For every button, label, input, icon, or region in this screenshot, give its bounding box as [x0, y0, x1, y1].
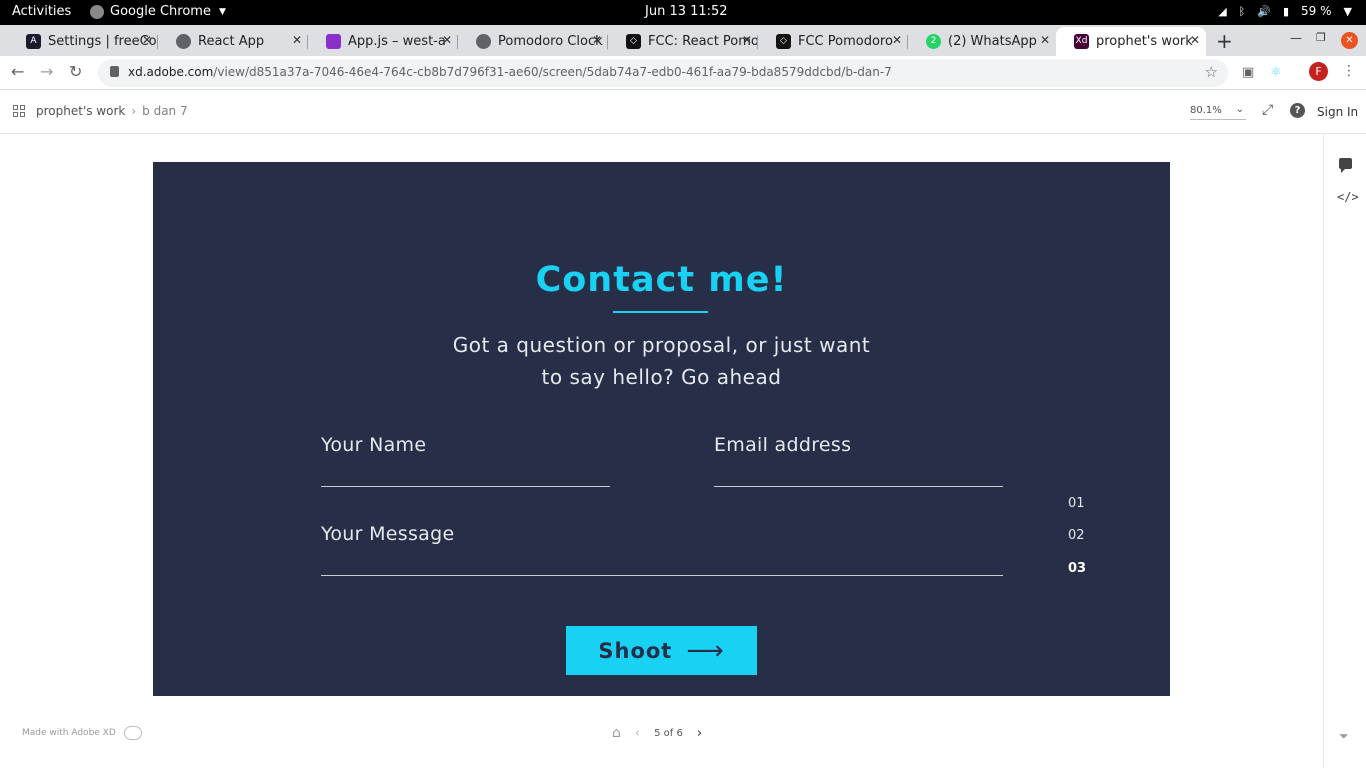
forward-arrow-icon[interactable]: →: [40, 62, 53, 81]
breadcrumb-screen: b dan 7: [142, 104, 188, 118]
grid-view-icon[interactable]: [13, 105, 25, 117]
close-tab-icon[interactable]: ✕: [742, 33, 752, 47]
zoom-select[interactable]: 80.1% ⌄: [1190, 104, 1246, 120]
email-field-label[interactable]: Email address: [714, 434, 851, 456]
chevron-down-icon: ⌄: [1235, 104, 1244, 115]
email-field-underline: [714, 486, 1003, 487]
creative-cloud-icon: [123, 726, 142, 740]
system-tray[interactable]: ◢ ᛒ 🔊 ▮ 59 % ▼: [1218, 4, 1352, 18]
code-icon[interactable]: </>: [1337, 190, 1359, 204]
message-field-underline: [321, 575, 1003, 576]
close-tab-icon[interactable]: ✕: [1040, 33, 1050, 47]
whatsapp-icon: 2: [926, 34, 941, 49]
system-top-bar: Activities Google Chrome ▼ Jun 13 11:52 …: [0, 0, 1366, 25]
angular-icon: A: [26, 34, 41, 49]
app-menu[interactable]: Google Chrome ▼: [90, 4, 226, 19]
extension-icon[interactable]: ▣: [1242, 65, 1254, 80]
fullscreen-expand-icon[interactable]: ⤢: [1262, 102, 1273, 118]
close-tab-icon[interactable]: ✕: [292, 33, 302, 47]
more-menu-icon[interactable]: ⋮: [1342, 63, 1356, 79]
tab-prophets-work[interactable]: Xd prophet's work ✕: [1056, 27, 1206, 56]
pager-item-02[interactable]: 02: [1068, 528, 1085, 543]
close-tab-icon[interactable]: ✕: [592, 33, 602, 47]
contact-title: Contact me!: [535, 260, 788, 300]
tab-whatsapp[interactable]: 2 (2) WhatsApp ✕: [908, 27, 1056, 56]
browser-toolbar: ← → ↻ xd.adobe.com/view/d851a37a-7046-46…: [0, 56, 1366, 90]
battery-percent: 59 %: [1301, 4, 1332, 18]
bookmark-star-icon[interactable]: ☆: [1205, 63, 1218, 81]
profile-avatar[interactable]: F: [1309, 62, 1328, 81]
adobe-xd-icon: Xd: [1074, 34, 1089, 49]
screen-navigation: ⌂ ‹ 5 of 6 ›: [612, 725, 702, 741]
tab-pomodoro-clock[interactable]: Pomodoro Clock ✕: [458, 27, 608, 56]
tab-appjs[interactable]: App.js – west-a ✕: [308, 27, 458, 56]
name-field-label[interactable]: Your Name: [321, 434, 426, 456]
network-icon: ◢: [1218, 4, 1227, 18]
codepen-icon: ◇: [776, 34, 791, 49]
chrome-icon: [90, 4, 104, 19]
back-arrow-icon[interactable]: ←: [11, 62, 24, 81]
minimize-icon[interactable]: —: [1290, 31, 1302, 45]
shoot-button[interactable]: Shoot ⟶: [566, 626, 757, 675]
activities-button[interactable]: Activities: [12, 4, 71, 19]
close-tab-icon[interactable]: ✕: [142, 33, 152, 47]
window-close-icon[interactable]: ✕: [1341, 32, 1358, 49]
react-devtools-icon[interactable]: ⚛: [1270, 65, 1282, 80]
tab-fcc-pomodoro[interactable]: ◇ FCC Pomodoro ✕: [758, 27, 908, 56]
url-host: xd.adobe.com: [128, 65, 214, 79]
address-bar[interactable]: xd.adobe.com/view/d851a37a-7046-46e4-764…: [98, 59, 1228, 87]
close-tab-icon[interactable]: ✕: [892, 33, 902, 47]
sign-in-link[interactable]: Sign In: [1317, 105, 1358, 119]
name-field-underline: [321, 486, 610, 487]
tab-fcc-react-pomodoro[interactable]: ◇ FCC: React Pomodoro ✕: [608, 27, 758, 56]
reload-icon[interactable]: ↻: [69, 62, 82, 81]
breadcrumb: prophet's work › b dan 7: [36, 104, 188, 118]
codepen-icon: ◇: [626, 34, 641, 49]
subtitle-line-2: to say hello? Go ahead: [541, 365, 782, 389]
previous-screen-icon[interactable]: ‹: [635, 726, 640, 741]
close-tab-icon[interactable]: ✕: [442, 33, 452, 47]
restore-icon[interactable]: ❐: [1316, 31, 1326, 44]
breadcrumb-project[interactable]: prophet's work: [36, 104, 125, 118]
made-with-label: Made with Adobe XD: [22, 728, 116, 738]
subtitle-line-1: Got a question or proposal, or just want: [452, 333, 871, 357]
chevron-right-icon: ›: [131, 104, 137, 118]
caret-down-icon: ▼: [1343, 4, 1352, 18]
pager-item-03[interactable]: 03: [1068, 561, 1086, 576]
globe-icon: [176, 34, 191, 49]
tab-settings-freecodecamp[interactable]: A Settings | freeCodeCamp ✕: [8, 27, 158, 56]
home-icon[interactable]: ⌂: [612, 725, 621, 741]
clock[interactable]: Jun 13 11:52: [645, 4, 728, 19]
message-field-label[interactable]: Your Message: [321, 523, 454, 545]
stackblitz-icon: [326, 34, 341, 49]
tab-strip: A Settings | freeCodeCamp ✕ React App ✕ …: [0, 25, 1366, 56]
globe-icon: [476, 34, 491, 49]
arrow-right-icon: ⟶: [686, 635, 725, 666]
xd-viewer-header: prophet's work › b dan 7 80.1% ⌄ ⤢ ? Sig…: [0, 90, 1366, 134]
comment-icon[interactable]: [1339, 158, 1352, 173]
shoot-button-label: Shoot: [598, 638, 673, 663]
pager-item-01[interactable]: 01: [1068, 496, 1085, 511]
filter-icon[interactable]: ⏷: [1339, 729, 1349, 744]
title-underline: [613, 311, 708, 313]
page-indicator: 5 of 6: [654, 727, 683, 739]
tab-react-app[interactable]: React App ✕: [158, 27, 308, 56]
app-name: Google Chrome: [110, 4, 211, 19]
close-tab-icon[interactable]: ✕: [1190, 33, 1200, 47]
new-tab-plus-icon[interactable]: +: [1216, 29, 1233, 53]
caret-down-icon: ▼: [218, 6, 226, 17]
url-path: /view/d851a37a-7046-46e4-764c-cb8b7d796f…: [213, 65, 892, 79]
contact-subtitle: Got a question or proposal, or just want…: [153, 329, 1170, 393]
zoom-value: 80.1%: [1190, 105, 1222, 116]
right-rail: </> ⏷: [1323, 134, 1366, 768]
battery-icon: ▮: [1282, 4, 1290, 18]
made-with-adobe-xd[interactable]: Made with Adobe XD: [22, 726, 142, 740]
artboard-contact: Contact me! Got a question or proposal, …: [153, 162, 1170, 696]
url-text[interactable]: xd.adobe.com/view/d851a37a-7046-46e4-764…: [128, 65, 892, 79]
lock-icon: [110, 66, 119, 77]
help-icon[interactable]: ?: [1290, 103, 1305, 118]
bluetooth-icon: ᛒ: [1238, 4, 1246, 18]
volume-icon: 🔊: [1257, 4, 1271, 18]
next-screen-icon[interactable]: ›: [697, 726, 702, 741]
